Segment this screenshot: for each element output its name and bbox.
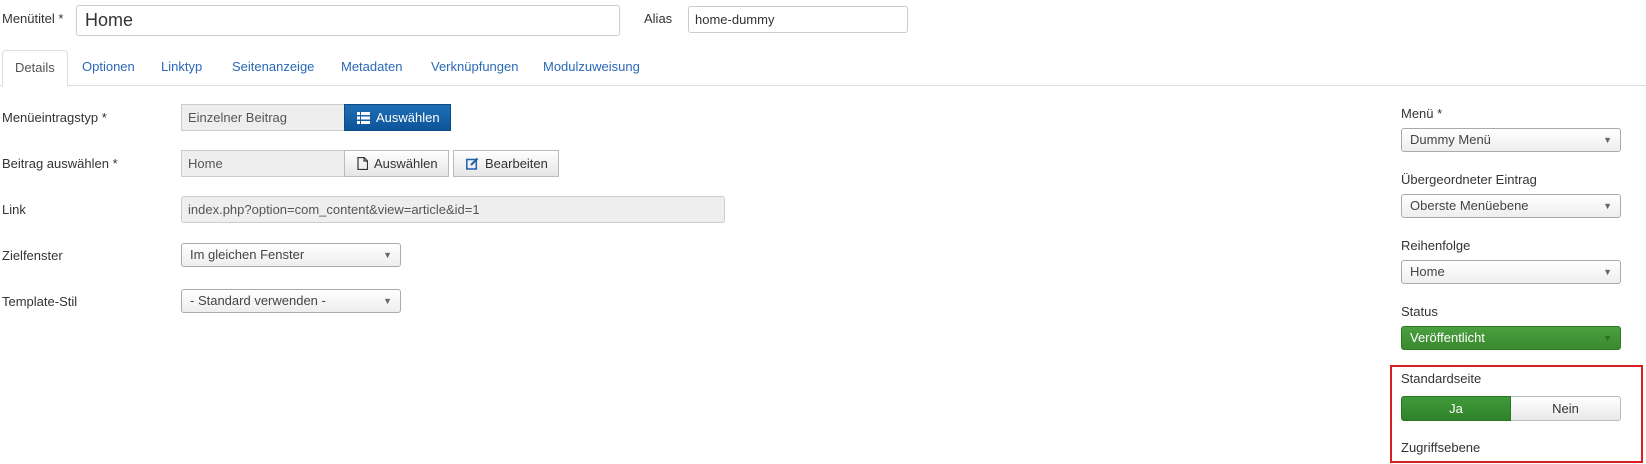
tab-seitenanzeige[interactable]: Seitenanzeige	[232, 50, 314, 86]
article-label: Beitrag auswählen *	[2, 156, 118, 171]
status-label: Status	[1401, 304, 1438, 319]
status-select[interactable]: Veröffentlicht ▼	[1401, 326, 1621, 350]
menu-label: Menü *	[1401, 106, 1443, 121]
parent-select[interactable]: Oberste Menüebene ▼	[1401, 194, 1621, 218]
menu-select[interactable]: Dummy Menü ▼	[1401, 128, 1621, 152]
edit-icon	[466, 157, 479, 170]
chevron-down-icon: ▼	[383, 296, 392, 306]
template-style-value: - Standard verwenden -	[190, 293, 326, 308]
tab-optionen[interactable]: Optionen	[82, 50, 135, 86]
status-value: Veröffentlicht	[1410, 330, 1485, 345]
menu-value: Dummy Menü	[1410, 132, 1491, 147]
alias-label: Alias	[644, 11, 673, 26]
chevron-down-icon: ▼	[1603, 267, 1612, 277]
ordering-value: Home	[1410, 264, 1445, 279]
parent-value: Oberste Menüebene	[1410, 198, 1529, 213]
tab-details[interactable]: Details	[2, 50, 68, 87]
article-value: Home	[181, 150, 345, 177]
chevron-down-icon: ▼	[383, 250, 392, 260]
chevron-down-icon: ▼	[1603, 135, 1612, 145]
link-value: index.php?option=com_content&view=articl…	[181, 196, 725, 223]
target-window-label: Zielfenster	[2, 248, 63, 263]
menu-item-type-label: Menüeintragstyp *	[2, 110, 107, 125]
file-icon	[357, 157, 368, 170]
target-window-value: Im gleichen Fenster	[190, 247, 305, 262]
tab-linktyp[interactable]: Linktyp	[161, 50, 202, 86]
title-label: Menütitel *	[2, 11, 64, 26]
menu-item-type-select-label: Auswählen	[376, 110, 440, 125]
article-edit-button[interactable]: Bearbeiten	[453, 150, 559, 177]
chevron-down-icon: ▼	[1603, 333, 1612, 343]
tab-metadaten[interactable]: Metadaten	[341, 50, 402, 86]
ordering-label: Reihenfolge	[1401, 238, 1471, 253]
default-page-label: Standardseite	[1401, 371, 1482, 386]
alias-input[interactable]	[688, 6, 908, 33]
template-style-select[interactable]: - Standard verwenden - ▼	[181, 289, 401, 313]
parent-label: Übergeordneter Eintrag	[1401, 172, 1537, 187]
tab-bar: Details Optionen Linktyp Seitenanzeige M…	[0, 50, 1646, 87]
menu-item-type-value: Einzelner Beitrag	[181, 104, 345, 131]
default-page-no-button[interactable]: Nein	[1511, 396, 1621, 421]
link-label: Link	[2, 202, 26, 217]
chevron-down-icon: ▼	[1603, 201, 1612, 211]
template-style-label: Template-Stil	[2, 294, 78, 309]
article-select-label: Auswählen	[374, 156, 438, 171]
title-input[interactable]	[76, 5, 620, 36]
ordering-select[interactable]: Home ▼	[1401, 260, 1621, 284]
access-label: Zugriffsebene	[1401, 440, 1481, 455]
list-icon	[357, 111, 370, 124]
default-page-yes-button[interactable]: Ja	[1401, 396, 1511, 421]
tab-modulzuweisung[interactable]: Modulzuweisung	[543, 50, 640, 86]
article-select-button[interactable]: Auswählen	[344, 150, 449, 177]
article-edit-label: Bearbeiten	[485, 156, 548, 171]
tab-verknuepfungen[interactable]: Verknüpfungen	[431, 50, 518, 86]
menu-item-type-select-button[interactable]: Auswählen	[344, 104, 451, 131]
target-window-select[interactable]: Im gleichen Fenster ▼	[181, 243, 401, 267]
